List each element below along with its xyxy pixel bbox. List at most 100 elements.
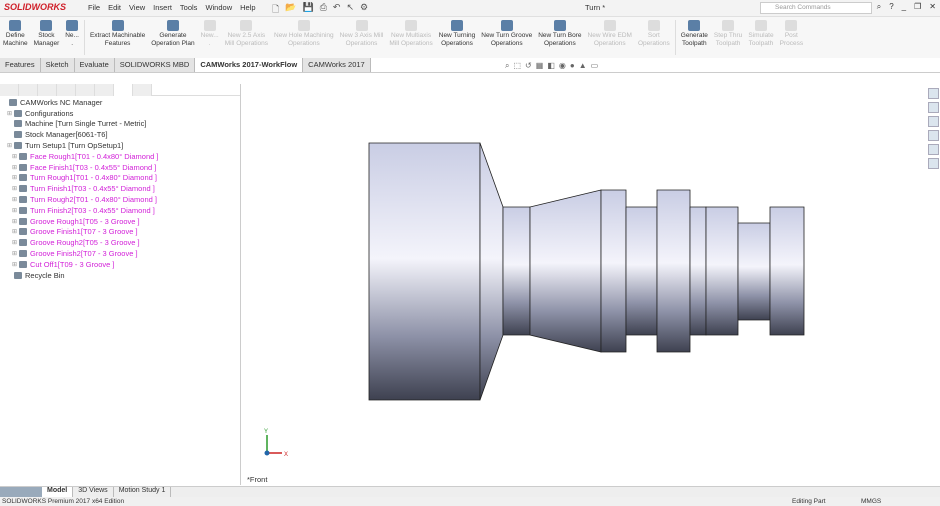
menu-insert[interactable]: Insert [153, 3, 172, 12]
ribbon-button-new-[interactable]: New... . [198, 17, 222, 58]
custom-properties-icon[interactable] [928, 158, 939, 169]
zoom-to-fit-icon[interactable]: ⌕ [505, 61, 509, 71]
menu-help[interactable]: Help [240, 3, 255, 12]
previous-view-icon[interactable]: ↺ [525, 61, 532, 71]
appearance-icon[interactable]: ● [570, 61, 575, 71]
part-segment[interactable] [479, 142, 504, 401]
camworks-feature-tree-tab[interactable] [95, 84, 114, 96]
view-palette-icon[interactable] [928, 130, 939, 141]
camworks-tool-tree-tab[interactable] [133, 84, 152, 96]
ribbon-button-stock[interactable]: Stock Manager [31, 17, 63, 58]
ribbon-button-new-turn-bore[interactable]: New Turn Bore Operations [535, 17, 584, 58]
expand-toggle-icon[interactable]: ⊞ [7, 142, 14, 149]
part-segment[interactable] [529, 189, 602, 353]
tree-node[interactable]: ⊞ Turn Rough1[T01 - 0.4x80° Diamond ] [0, 173, 240, 184]
bottom-tab-3d-views[interactable]: 3D Views [73, 487, 114, 497]
expand-toggle-icon[interactable]: ⊞ [12, 239, 19, 246]
ribbon-button-extract-machinable[interactable]: Extract Machinable Features [87, 17, 148, 58]
tab-sketch[interactable]: Sketch [40, 58, 75, 72]
scene-icon[interactable]: ▲ [579, 61, 587, 71]
property-manager-tab[interactable] [19, 84, 38, 96]
tree-node[interactable]: Recycle Bin [0, 270, 240, 281]
expand-toggle-icon[interactable]: ⊞ [12, 196, 19, 203]
expand-toggle-icon[interactable]: ⊞ [12, 261, 19, 268]
ribbon-button-generate[interactable]: Generate Operation Plan [148, 17, 197, 58]
search-icon[interactable]: ⌕ [877, 2, 881, 12]
tree-node[interactable]: ⊞ Groove Finish2[T07 - 3 Groove ] [0, 248, 240, 259]
expand-toggle-icon[interactable]: ⊞ [12, 174, 19, 181]
view-settings-icon[interactable]: ▭ [591, 61, 599, 71]
ribbon-button-generate[interactable]: Generate Toolpath [678, 17, 711, 58]
tree-node[interactable]: ⊞ Groove Rough2[T05 - 3 Groove ] [0, 237, 240, 248]
minimize-icon[interactable]: _ [902, 2, 906, 12]
expand-toggle-icon[interactable]: ⊞ [12, 164, 19, 171]
close-icon[interactable]: ✕ [929, 2, 936, 12]
ribbon-button-ne-[interactable]: Ne... . [62, 17, 82, 58]
tree-node[interactable]: CAMWorks NC Manager [0, 97, 240, 108]
menu-view[interactable]: View [129, 3, 145, 12]
camworks-operation-tree-tab[interactable] [114, 84, 133, 96]
ribbon-button-new-multiaxis[interactable]: New Multiaxis Mill Operations [386, 17, 435, 58]
tab-solidworks-mbd[interactable]: SOLIDWORKS MBD [114, 58, 196, 72]
print-icon[interactable]: ⎙ [320, 2, 327, 18]
restore-icon[interactable]: ❐ [914, 2, 921, 12]
menu-tools[interactable]: Tools [180, 3, 198, 12]
open-icon[interactable]: 📂 [285, 2, 296, 18]
save-icon[interactable]: 💾 [302, 2, 313, 18]
section-view-icon[interactable]: ▦ [536, 61, 544, 71]
tab-features[interactable]: Features [0, 58, 41, 72]
expand-toggle-icon[interactable]: ⊞ [12, 218, 19, 225]
tree-node[interactable]: ⊞ Turn Setup1 [Turn OpSetup1] [0, 140, 240, 151]
solidworks-logo[interactable]: SOLIDWORKS [4, 2, 66, 12]
display-manager-tab[interactable] [76, 84, 95, 96]
expand-toggle-icon[interactable]: ⊞ [12, 207, 19, 214]
view-orientation-icon[interactable]: ◧ [547, 61, 555, 71]
expand-toggle-icon[interactable]: ⊞ [12, 250, 19, 257]
ribbon-button-sort[interactable]: Sort Operations [635, 17, 673, 58]
zoom-area-icon[interactable]: ⬚ [513, 61, 521, 71]
menu-edit[interactable]: Edit [108, 3, 121, 12]
ribbon-button-new-2-5-axis[interactable]: New 2.5 Axis Mill Operations [222, 17, 271, 58]
select-icon[interactable]: ↖ [346, 2, 354, 18]
part-segment[interactable] [689, 206, 707, 336]
tree-node[interactable]: ⊞ Groove Rough1[T05 - 3 Groove ] [0, 216, 240, 227]
display-style-icon[interactable]: ◉ [559, 61, 566, 71]
solidworks-resources-icon[interactable] [928, 88, 939, 99]
tree-node[interactable]: ⊞ Cut Off1[T09 - 3 Groove ] [0, 259, 240, 270]
ribbon-button-define[interactable]: Define Machine [0, 17, 31, 58]
appearances-icon[interactable] [928, 144, 939, 155]
part-segment[interactable] [737, 222, 771, 321]
tree-node[interactable]: ⊞ Face Rough1[T01 - 0.4x80° Diamond ] [0, 151, 240, 162]
options-icon[interactable]: ⚙ [360, 2, 368, 18]
tab-camworks-2017[interactable]: CAMWorks 2017 [303, 58, 371, 72]
tree-node[interactable]: Stock Manager[6061-T6] [0, 129, 240, 140]
tree-node[interactable]: ⊞ Turn Finish1[T03 - 0.4x55° Diamond ] [0, 183, 240, 194]
search-commands-input[interactable]: Search Commands [760, 2, 872, 14]
tree-node[interactable]: ⊞ Groove Finish1[T07 - 3 Groove ] [0, 227, 240, 238]
design-library-icon[interactable] [928, 102, 939, 113]
tab-evaluate[interactable]: Evaluate [74, 58, 115, 72]
help-icon[interactable]: ? [889, 2, 893, 12]
expand-toggle-icon[interactable]: ⊞ [12, 185, 19, 192]
ribbon-button-simulate[interactable]: Simulate Toolpath [745, 17, 776, 58]
expand-toggle-icon[interactable]: ⊞ [12, 228, 19, 235]
feature-manager-tab[interactable] [0, 84, 19, 96]
file-explorer-icon[interactable] [928, 116, 939, 127]
tab-camworks-2017-workflow[interactable]: CAMWorks 2017-WorkFlow [195, 58, 304, 72]
units-selector[interactable]: MMGS [861, 498, 881, 505]
expand-toggle-icon[interactable]: ⊞ [7, 110, 14, 117]
part-segment[interactable] [769, 206, 805, 336]
ribbon-button-post[interactable]: Post Process [777, 17, 806, 58]
new-file-icon[interactable]: 🗋 [272, 2, 279, 18]
undo-icon[interactable]: ↶ [333, 2, 341, 18]
tree-node[interactable]: Machine [Turn Single Turret - Metric] [0, 119, 240, 130]
ribbon-button-new-wire-edm[interactable]: New Wire EDM Operations [585, 17, 635, 58]
part-segment[interactable] [600, 189, 627, 353]
expand-toggle-icon[interactable]: ⊞ [12, 153, 19, 160]
ribbon-button-new-turning[interactable]: New Turning Operations [436, 17, 479, 58]
ribbon-button-step-thru[interactable]: Step Thru Toolpath [711, 17, 745, 58]
graphics-viewport[interactable]: Y X [242, 73, 940, 485]
bottom-tab-model[interactable]: Model [42, 487, 74, 497]
tab-scroll-arrows[interactable] [0, 487, 42, 497]
menu-window[interactable]: Window [205, 3, 232, 12]
